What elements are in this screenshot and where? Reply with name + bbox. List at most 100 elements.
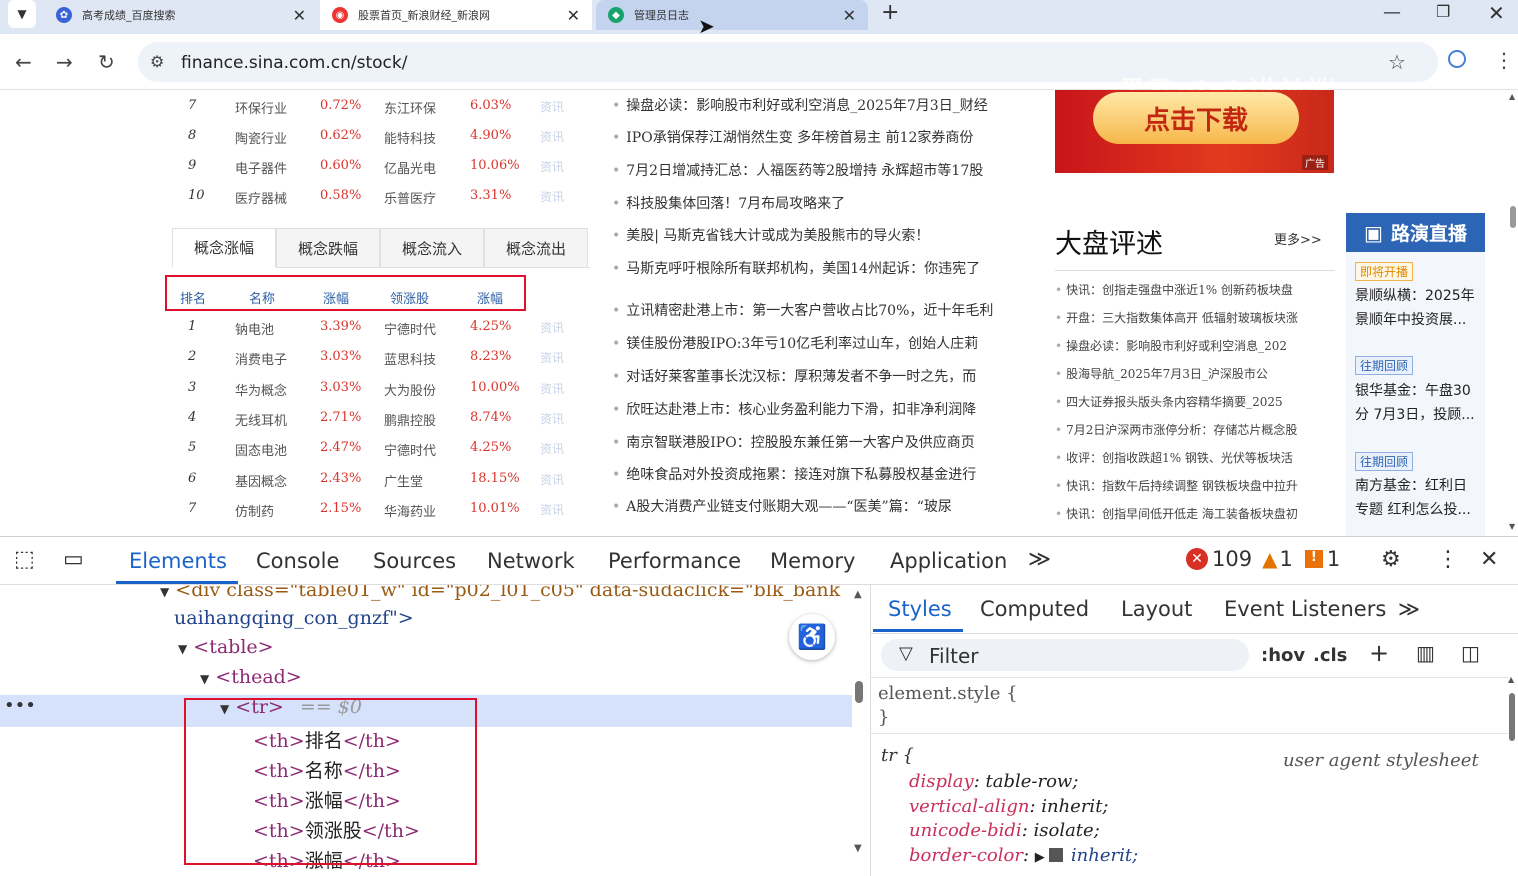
scroll-thumb[interactable] [855, 681, 863, 703]
cell-stock[interactable]: 大为股份 [384, 380, 436, 399]
bookmark-star-icon[interactable]: ☆ [1388, 50, 1406, 74]
cell-name[interactable]: 电子器件 [235, 158, 287, 177]
scroll-thumb[interactable] [1509, 693, 1515, 741]
table-row[interactable]: 2 消费电子 3.03% 蓝思科技 8.23% 资讯 [180, 341, 580, 371]
style-property[interactable]: display: table-row; [909, 771, 1078, 792]
ad-banner[interactable]: 点击下载 广告 [1055, 90, 1334, 173]
cell-name[interactable]: 医疗器械 [235, 188, 287, 207]
elements-scrollbar[interactable]: ▲ ▼ [852, 585, 866, 876]
styles-filter-input[interactable]: ▽ Filter [881, 639, 1249, 671]
close-icon[interactable]: ✕ [293, 6, 306, 25]
expand-arrow-icon[interactable]: ▶ [1035, 850, 1049, 865]
styles-scrollbar[interactable]: ▲ [1507, 671, 1517, 876]
table-row[interactable]: 7 仿制药 2.15% 华海药业 10.01% 资讯 [180, 493, 580, 523]
tab-performance[interactable]: Performance [608, 549, 741, 573]
table-row[interactable]: 9 电子器件 0.60% 亿晶光电 10.06% 资讯 [180, 150, 580, 180]
scroll-down-arrow[interactable]: ▼ [1509, 522, 1515, 531]
news-item[interactable]: 对话好莱客董事长沈汉标：厚积薄发者不争一时之先，而 [612, 366, 1042, 386]
news-item[interactable]: 7月2日增减持汇总：人福医药等2股增持 永辉超市等17股 [612, 160, 1042, 180]
tab-console[interactable]: Console [256, 549, 339, 573]
rule-selector[interactable]: tr { [881, 745, 914, 766]
inspect-element-icon[interactable]: ⬚ [14, 547, 35, 572]
cell-stock[interactable]: 宁德时代 [384, 319, 436, 338]
cell-name[interactable]: 仿制药 [235, 501, 274, 520]
market-review-item[interactable]: 快讯：创指走强盘中涨近1% 创新药板块盘 [1055, 281, 1335, 298]
cell-name[interactable]: 固态电池 [235, 440, 287, 459]
tab-event-listeners[interactable]: Event Listeners [1224, 597, 1386, 621]
issue-counters[interactable]: ✕ 109 ▲ 1 ! 1 [1186, 547, 1340, 571]
tab-application[interactable]: Application [890, 549, 1007, 573]
tab-elements[interactable]: Elements [129, 549, 227, 573]
close-icon[interactable]: ✕ [843, 6, 856, 25]
market-review-item[interactable]: 开盘：三大指数集体高开 低辐射玻璃板块涨 [1055, 309, 1335, 326]
accessibility-icon[interactable]: ♿ [789, 614, 835, 660]
market-review-item[interactable]: 7月2日沪深两市涨停分析：存储芯片概念股 [1055, 421, 1335, 438]
news-item[interactable]: 科技股集体回落！7月布局攻略来了 [612, 193, 1042, 213]
cell-info[interactable]: 资讯 [540, 128, 564, 145]
cell-info[interactable]: 资讯 [540, 380, 564, 397]
tab-styles[interactable]: Styles [888, 597, 952, 621]
roadshow-item-text[interactable]: 景顺纵横：2025年景顺年中投资展... [1355, 284, 1480, 332]
cell-stock[interactable]: 蓝思科技 [384, 349, 436, 368]
cell-name[interactable]: 无线耳机 [235, 410, 287, 429]
roadshow-item-text[interactable]: 南方基金：红利日专题 红利怎么投... [1355, 474, 1480, 522]
cell-stock[interactable]: 宁德时代 [384, 440, 436, 459]
cell-info[interactable]: 资讯 [540, 440, 564, 457]
cell-stock[interactable]: 广生堂 [384, 471, 423, 490]
cell-info[interactable]: 资讯 [540, 501, 564, 518]
roadshow-header[interactable]: ▣ 路演直播 [1346, 213, 1485, 252]
tab-layout[interactable]: Layout [1121, 597, 1192, 621]
cell-info[interactable]: 资讯 [540, 471, 564, 488]
cell-name[interactable]: 环保行业 [235, 98, 287, 117]
reload-button[interactable]: ↻ [98, 50, 115, 74]
new-tab-button[interactable]: + [881, 0, 899, 25]
cell-info[interactable]: 资讯 [540, 188, 564, 205]
more-tabs-icon[interactable]: ≫ [1398, 597, 1420, 621]
news-item[interactable]: A股大消费产业链支付账期大观——“医美”篇：“玻尿 [612, 496, 1042, 516]
style-property[interactable]: border-color: ▶ inherit; [909, 845, 1138, 866]
style-property[interactable]: unicode-bidi: isolate; [909, 820, 1100, 841]
gear-icon[interactable]: ⚙ [1381, 547, 1401, 572]
cell-stock[interactable]: 能特科技 [384, 128, 436, 147]
news-item[interactable]: 立讯精密赴港上市：第一大客户营收占比70%，近十年毛利 [612, 300, 1042, 320]
dom-thead[interactable]: ▼ <thead> [200, 666, 302, 688]
tab-network[interactable]: Network [487, 549, 575, 573]
node-actions-icon[interactable]: ••• [4, 695, 36, 716]
roadshow-item-text[interactable]: 银华基金：午盘30分 7月3日，投顾... [1355, 379, 1480, 427]
tab-memory[interactable]: Memory [770, 549, 855, 573]
table-row[interactable]: 6 基因概念 2.43% 广生堂 18.15% 资讯 [180, 463, 580, 493]
tab-concept-outflow[interactable]: 概念流出 [484, 228, 588, 268]
market-review-item[interactable]: 股海导航_2025年7月3日_沪深股市公 [1055, 365, 1335, 382]
market-review-item[interactable]: 快讯：创指早间低开低走 海工装备板块盘初 [1055, 505, 1335, 522]
news-item[interactable]: IPO承销保荐江湖悄然生变 多年榜首易主 前12家券商份 [612, 127, 1042, 147]
tab-concept-rise[interactable]: 概念涨幅 [172, 228, 276, 268]
news-item[interactable]: 镁佳股份港股IPO:3年亏10亿毛利率过山车，创始人庄莉 [612, 333, 1042, 353]
news-item[interactable]: 南京智联港股IPO：控股股东兼任第一大客户及供应商页 [612, 432, 1042, 452]
table-row[interactable]: 4 无线耳机 2.71% 鹏鼎控股 8.74% 资讯 [180, 402, 580, 432]
scroll-thumb[interactable] [1510, 206, 1516, 228]
cell-stock[interactable]: 亿晶光电 [384, 158, 436, 177]
page-scrollbar[interactable]: ▲ ▼ [1508, 90, 1518, 536]
tab-concept-inflow[interactable]: 概念流入 [380, 228, 484, 268]
dom-table[interactable]: ▼ <table> [178, 636, 274, 658]
table-row[interactable]: 3 华为概念 3.03% 大为股份 10.00% 资讯 [180, 372, 580, 402]
kebab-menu-icon[interactable]: ⋮ [1437, 547, 1459, 572]
dom-div-open[interactable]: ▼ <div class="table01_w" id="p02_l01_c05… [160, 585, 840, 601]
hov-button[interactable]: :hov [1261, 645, 1305, 666]
market-review-item[interactable]: 快讯：指数午后持续调整 钢铁板块盘中拉升 [1055, 477, 1335, 494]
tab-computed[interactable]: Computed [980, 597, 1089, 621]
close-icon[interactable]: ✕ [567, 6, 580, 25]
cell-stock[interactable]: 东江环保 [384, 98, 436, 117]
style-property[interactable]: vertical-align: inherit; [909, 796, 1109, 817]
cls-button[interactable]: .cls [1313, 645, 1347, 666]
color-swatch[interactable] [1048, 847, 1063, 862]
scroll-up-arrow[interactable]: ▲ [1508, 675, 1514, 684]
minimize-button[interactable]: — [1383, 2, 1401, 23]
table-row[interactable]: 10 医疗器械 0.58% 乐普医疗 3.31% 资讯 [180, 180, 580, 210]
tab-concept-fall[interactable]: 概念跌幅 [276, 228, 380, 268]
site-info-icon[interactable]: ⚙ [150, 52, 164, 71]
close-icon[interactable]: ✕ [1480, 547, 1498, 572]
news-item[interactable]: 绝味食品对外投资成拖累：接连对旗下私募股权基金进行 [612, 464, 1042, 484]
news-item[interactable]: 欣旺达赴港上市：核心业务盈利能力下滑，扣非净利润降 [612, 399, 1042, 419]
market-review-item[interactable]: 收评：创指收跌超1% 钢铁、光伏等板块活 [1055, 449, 1335, 466]
